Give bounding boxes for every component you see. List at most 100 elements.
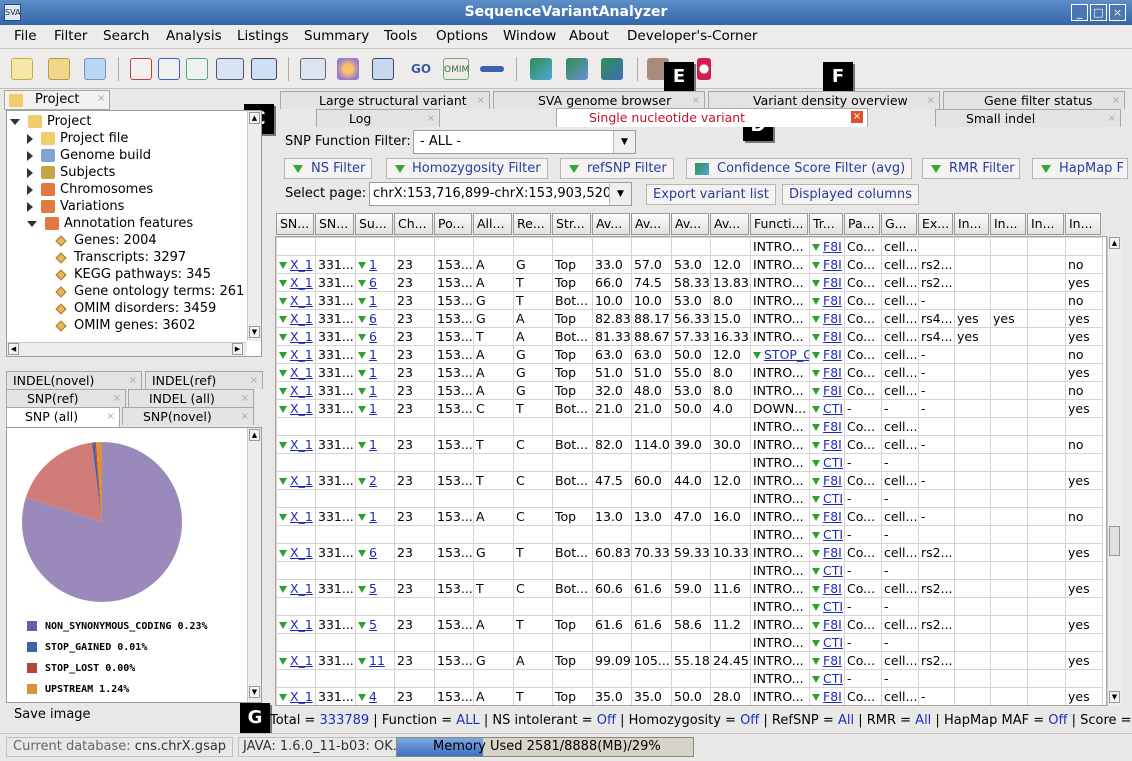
table-cell[interactable]: F8I xyxy=(809,615,845,634)
menu-analysis[interactable]: Analysis xyxy=(166,28,222,44)
table-row[interactable]: X_1 331... 2 23 153... T C Bot... 47.5 60.0 44.0 12… xyxy=(276,471,1103,490)
chromosome-icon[interactable] xyxy=(216,58,244,80)
minimize-button[interactable]: _ xyxy=(1071,4,1088,21)
table-cell[interactable]: F8I xyxy=(809,579,845,598)
cell-link[interactable]: F8I xyxy=(823,257,842,272)
tree-node-annotation-features[interactable]: Annotation features xyxy=(27,215,193,232)
tab-project[interactable]: Project × xyxy=(4,90,110,110)
scroll-left-icon[interactable]: ◀ xyxy=(8,343,19,355)
expand-icon[interactable] xyxy=(279,478,287,485)
table-cell[interactable]: 5 xyxy=(355,579,395,598)
expand-icon[interactable] xyxy=(279,334,287,341)
table-cell[interactable]: CTI xyxy=(809,597,845,616)
table-cell[interactable] xyxy=(355,489,395,508)
cell-link[interactable]: F8I xyxy=(823,581,842,596)
scroll-right-icon[interactable]: ▶ xyxy=(232,343,243,355)
column-header[interactable]: Av... xyxy=(710,213,749,235)
table-row[interactable]: INTRO... CTI - - xyxy=(276,633,1103,652)
tree-horizontal-scrollbar[interactable]: ◀ ▶ xyxy=(7,342,247,356)
table-row[interactable]: X_1 331... 1 23 153... G T Bot... 10.0 10.0 53.0 8.… xyxy=(276,291,1103,310)
close-icon[interactable]: × xyxy=(113,390,121,407)
table-cell[interactable]: CTI xyxy=(809,525,845,544)
cell-link[interactable]: CTI xyxy=(823,401,843,416)
table-cell[interactable]: F8I xyxy=(809,651,845,670)
variant-icon[interactable] xyxy=(530,58,552,80)
tab-log[interactable]: Log × xyxy=(316,109,440,127)
expand-icon[interactable] xyxy=(279,550,287,557)
displayed-columns-button[interactable]: Displayed columns xyxy=(782,184,919,205)
table-cell[interactable]: F8I xyxy=(809,327,845,346)
table-cell[interactable] xyxy=(276,561,316,580)
table-cell[interactable]: 6 xyxy=(355,327,395,346)
cell-link[interactable]: F8I xyxy=(823,689,842,704)
expand-icon[interactable] xyxy=(279,316,287,323)
expand-icon[interactable] xyxy=(812,298,820,305)
expand-icon[interactable] xyxy=(812,622,820,629)
table-row[interactable]: X_1 331... 1 23 153... A G Top 51.0 51.0 55.0 8.0 IN… xyxy=(276,363,1103,382)
table-cell[interactable]: F8I xyxy=(809,309,845,328)
table-row[interactable]: INTRO... CTI - - xyxy=(276,561,1103,580)
chart-vertical-scrollbar[interactable]: ▲ ▼ xyxy=(247,428,261,702)
expand-icon[interactable] xyxy=(812,586,820,593)
expand-icon[interactable] xyxy=(358,388,366,395)
table-row[interactable]: INTRO... F8I Co... cell... xyxy=(276,417,1103,436)
expand-icon[interactable] xyxy=(812,640,820,647)
cell-link[interactable]: F8I xyxy=(823,347,842,362)
open-folder-icon[interactable] xyxy=(84,58,106,80)
list-icon[interactable] xyxy=(158,58,180,80)
menu-about[interactable]: About xyxy=(569,28,609,44)
table-row[interactable]: X_1 331... 1 23 153... A G Top 63.0 63.0 50.0 12.0 S… xyxy=(276,345,1103,364)
expand-icon[interactable] xyxy=(812,550,820,557)
tab-single-nucleotide-variant[interactable]: Single nucleotide variant × xyxy=(556,108,868,127)
cell-link[interactable]: 5 xyxy=(369,617,377,632)
menu-window[interactable]: Window xyxy=(503,28,556,44)
menu-developers-corner[interactable]: Developer's-Corner xyxy=(627,28,757,44)
column-header[interactable]: Av... xyxy=(592,213,630,235)
table-cell[interactable]: F8I xyxy=(809,417,845,436)
cell-link[interactable]: X_1 xyxy=(290,347,313,362)
tab-indel-all[interactable]: INDEL (all) × xyxy=(128,389,254,407)
table-row[interactable]: X_1 331... 1 23 153... A G Top 33.0 57.0 53.0 12.0 I… xyxy=(276,255,1103,274)
expand-icon[interactable] xyxy=(279,694,287,701)
expand-icon[interactable] xyxy=(812,604,820,611)
table-cell[interactable] xyxy=(355,525,395,544)
table-cell[interactable]: F8I xyxy=(809,273,845,292)
tab-snp-novel[interactable]: SNP(novel) × xyxy=(122,407,254,425)
track-icon[interactable] xyxy=(480,66,504,72)
table-cell[interactable] xyxy=(355,561,395,580)
tree-node-transcripts[interactable]: Transcripts: 3297 xyxy=(55,249,186,266)
table-cell[interactable]: F8I xyxy=(809,543,845,562)
expand-icon[interactable] xyxy=(358,280,366,287)
scroll-thumb[interactable] xyxy=(1109,526,1120,556)
cell-link[interactable]: 1 xyxy=(369,401,377,416)
table-cell[interactable]: F8I xyxy=(809,255,845,274)
cell-link[interactable]: X_1 xyxy=(290,365,313,380)
cell-link[interactable]: F8I xyxy=(823,275,842,290)
tree-vertical-scrollbar[interactable]: ▲ ▼ xyxy=(247,111,261,341)
table-cell[interactable]: X_1 xyxy=(276,399,316,418)
table-cell[interactable]: X_1 xyxy=(276,327,316,346)
close-window-button[interactable]: × xyxy=(1109,4,1126,21)
tree-node-kegg[interactable]: KEGG pathways: 345 xyxy=(55,266,211,283)
expand-icon[interactable] xyxy=(279,406,287,413)
table-vertical-scrollbar[interactable]: ▲ ▼ xyxy=(1107,236,1121,706)
tree-node-chromosomes[interactable]: Chromosomes xyxy=(27,181,153,198)
table-cell[interactable]: 1 xyxy=(355,363,395,382)
table-cell[interactable]: CTI xyxy=(809,669,845,688)
tree-node-variations[interactable]: Variations xyxy=(27,198,124,215)
export-variant-list-button[interactable]: Export variant list xyxy=(646,184,776,205)
table-cell[interactable] xyxy=(276,237,316,256)
table-cell[interactable]: F8I xyxy=(809,237,845,256)
cell-link[interactable]: 1 xyxy=(369,509,377,524)
expand-icon[interactable] xyxy=(812,262,820,269)
expand-icon[interactable] xyxy=(358,622,366,629)
table-row[interactable]: INTRO... CTI - - xyxy=(276,597,1103,616)
table-cell[interactable]: X_1 xyxy=(276,507,316,526)
table-cell[interactable] xyxy=(355,633,395,652)
table-cell[interactable] xyxy=(355,669,395,688)
cell-link[interactable]: F8I xyxy=(823,617,842,632)
table-row[interactable]: X_1 331... 4 23 153... A T Top 35.0 35.0 50.0 28.0 I… xyxy=(276,687,1103,705)
table-cell[interactable] xyxy=(276,525,316,544)
expand-icon[interactable] xyxy=(358,262,366,269)
menu-summary[interactable]: Summary xyxy=(304,28,369,44)
